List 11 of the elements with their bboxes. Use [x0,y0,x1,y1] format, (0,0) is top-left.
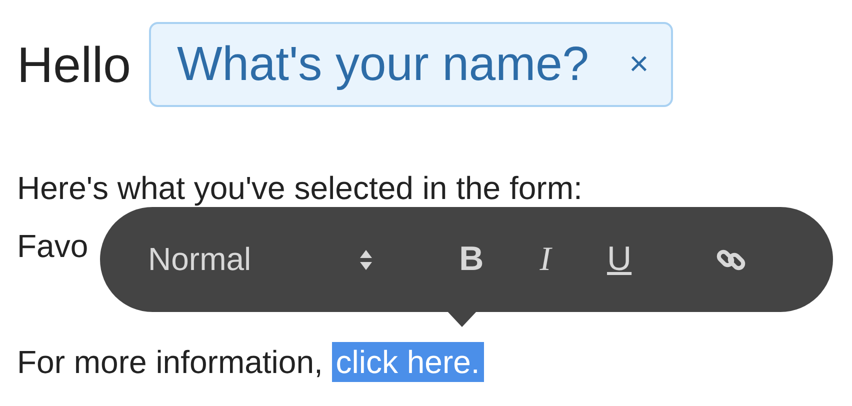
body-text: Favo [17,228,88,264]
format-dropdown[interactable]: Normal [148,241,374,278]
bold-button[interactable]: B [459,240,484,279]
italic-button[interactable]: I [540,240,552,278]
close-button[interactable]: × [628,44,649,84]
greeting-text: Hello [17,36,131,94]
info-sentence: For more information, click here. [17,344,852,380]
updown-icon [359,248,374,270]
underline-button[interactable]: U [607,240,632,279]
body-text: Here's what you've selected in the form: [17,170,582,206]
tag-text: What's your name? [176,36,589,92]
